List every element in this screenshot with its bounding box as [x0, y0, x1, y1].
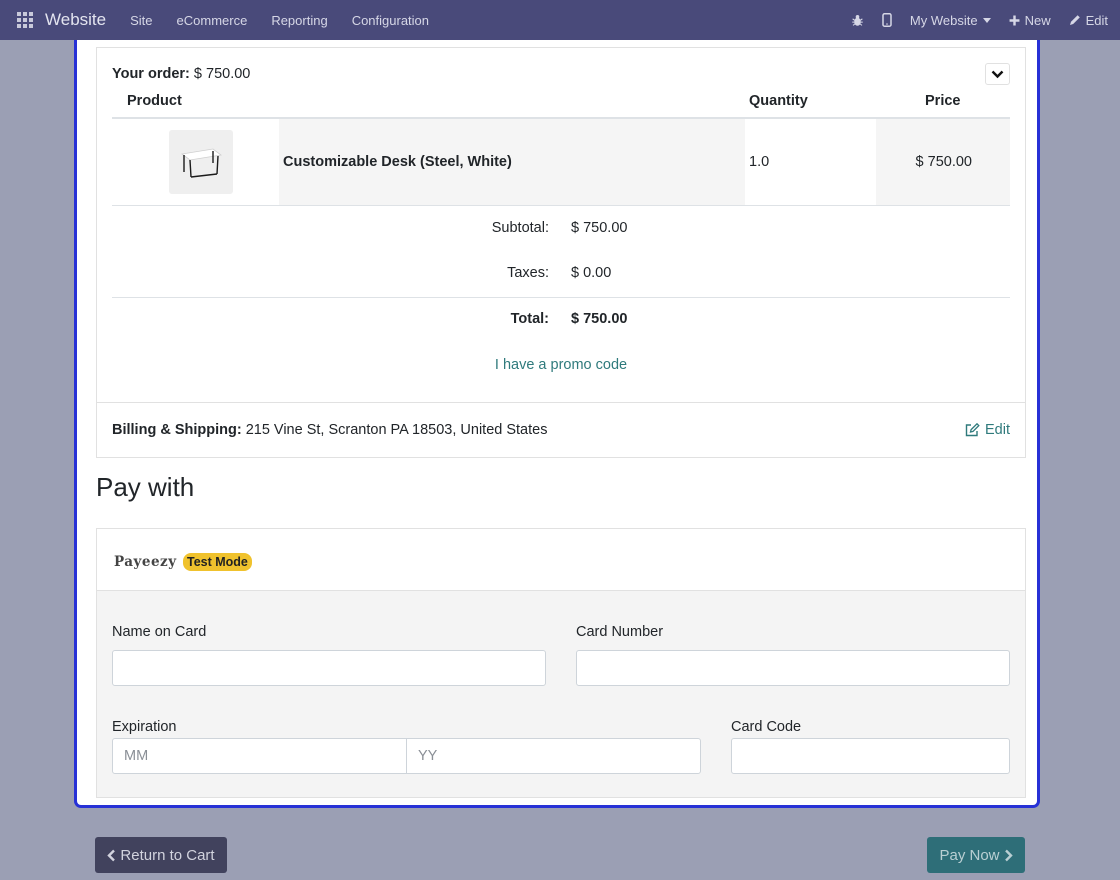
- expiration-year-input[interactable]: YY: [406, 738, 701, 774]
- new-button[interactable]: New: [1009, 13, 1051, 28]
- return-to-cart-label: Return to Cart: [120, 846, 215, 864]
- order-summary-card: Your order: $ 750.00 Product Quantity Pr…: [96, 47, 1026, 403]
- total-divider: [112, 297, 1010, 298]
- card-number-label: Card Number: [576, 624, 664, 640]
- taxes-value: $ 0.00: [571, 265, 612, 281]
- card-code-label: Card Code: [731, 719, 802, 735]
- column-header-quantity: Quantity: [749, 93, 808, 109]
- new-button-label: New: [1024, 12, 1051, 28]
- top-menu: Site eCommerce Reporting Configuration: [118, 13, 441, 28]
- pay-now-button[interactable]: Pay Now: [927, 837, 1025, 873]
- column-header-price: Price: [925, 93, 961, 109]
- menu-item-ecommerce[interactable]: eCommerce: [177, 13, 248, 28]
- plus-icon: [1009, 15, 1020, 25]
- debug-icon[interactable]: [851, 14, 864, 27]
- pencil-icon: [1069, 15, 1080, 25]
- menu-item-site[interactable]: Site: [130, 13, 152, 28]
- name-on-card-input[interactable]: [112, 650, 546, 686]
- desk-image: [181, 148, 222, 178]
- edit-address-label: Edit: [985, 422, 1010, 438]
- product-image[interactable]: [169, 130, 233, 194]
- edit-website-button[interactable]: Edit: [1069, 13, 1108, 28]
- billing-shipping-card: Billing & Shipping: 215 Vine St, Scranto…: [96, 402, 1026, 458]
- website-selector[interactable]: My Website: [910, 13, 991, 28]
- total-value: $ 750.00: [571, 311, 628, 327]
- card-number-input[interactable]: [576, 650, 1010, 686]
- pay-with-heading: Pay with: [96, 472, 195, 502]
- product-name[interactable]: Customizable Desk (Steel, White): [283, 154, 512, 170]
- billing-info: Billing & Shipping: 215 Vine St, Scranto…: [112, 422, 547, 438]
- card-code-input[interactable]: [731, 738, 1010, 774]
- edit-address-link[interactable]: Edit: [965, 422, 1010, 438]
- chevron-right-icon: [1004, 849, 1013, 861]
- apps-grid-icon[interactable]: [17, 12, 33, 28]
- order-title-amount: $ 750.00: [193, 66, 251, 82]
- column-header-product: Product: [127, 93, 182, 109]
- website-selector-label: My Website: [909, 12, 978, 28]
- edit-square-icon: [965, 423, 980, 437]
- name-on-card-label: Name on Card: [112, 624, 207, 640]
- edit-website-label: Edit: [1085, 12, 1108, 28]
- subtotal-label: Subtotal:: [491, 220, 549, 236]
- order-title-label: Your order:: [112, 66, 190, 82]
- billing-address: 215 Vine St, Scranton PA 18503, United S…: [245, 422, 548, 438]
- chevron-left-icon: [107, 849, 116, 861]
- total-label: Total:: [510, 311, 549, 327]
- expiration-month-input[interactable]: MM: [112, 738, 407, 774]
- subtotal-value: $ 750.00: [571, 220, 628, 236]
- billing-label: Billing & Shipping:: [112, 422, 242, 438]
- taxes-label: Taxes:: [507, 265, 549, 281]
- caret-down-icon: [982, 17, 991, 23]
- product-quantity: 1.0: [749, 154, 770, 170]
- chevron-down-icon: [991, 70, 1004, 78]
- checkout-frame: Your order: $ 750.00 Product Quantity Pr…: [74, 40, 1040, 808]
- test-mode-badge: Test Mode: [183, 553, 252, 571]
- mobile-preview-icon[interactable]: [882, 13, 892, 27]
- promo-code-link[interactable]: I have a promo code: [97, 357, 1025, 373]
- menu-item-configuration[interactable]: Configuration: [352, 13, 429, 28]
- top-navbar: Website Site eCommerce Reporting Configu…: [0, 0, 1120, 40]
- menu-item-reporting[interactable]: Reporting: [271, 13, 327, 28]
- pay-now-label: Pay Now: [939, 846, 1000, 864]
- navbar-right: My Website New Edit: [833, 13, 1108, 28]
- payeezy-logo: Payeezy: [114, 554, 177, 570]
- expiration-label: Expiration: [112, 719, 177, 735]
- return-to-cart-button[interactable]: Return to Cart: [95, 837, 227, 873]
- payment-provider-header[interactable]: Payeezy Test Mode: [97, 529, 1025, 591]
- app-brand[interactable]: Website: [45, 10, 106, 30]
- product-price: $ 750.00: [915, 154, 972, 170]
- payment-card: Payeezy Test Mode Name on Card Card Numb…: [96, 528, 1026, 798]
- order-collapse-toggle[interactable]: [985, 63, 1010, 85]
- order-line-row: Customizable Desk (Steel, White) 1.0 $ 7…: [112, 119, 1010, 206]
- order-title: Your order: $ 750.00: [112, 66, 250, 82]
